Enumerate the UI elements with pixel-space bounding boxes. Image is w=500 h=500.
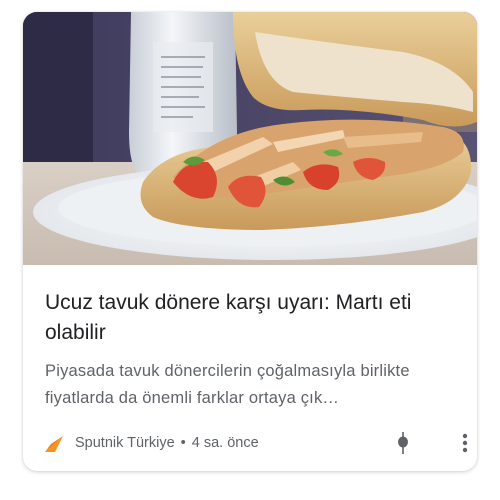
article-headline[interactable]: Ucuz tavuk dönere karşı uyarı: Martı eti…	[45, 288, 460, 348]
pin-button[interactable]	[391, 430, 415, 456]
article-snippet: Piyasada tavuk dönercilerin çoğalmasıyla…	[45, 362, 410, 407]
article-image[interactable]	[23, 12, 477, 265]
pin-icon	[398, 432, 408, 454]
sputnik-logo-icon	[45, 436, 63, 452]
meta-separator: •	[180, 435, 186, 451]
more-options-button[interactable]	[453, 430, 477, 456]
doner-sandwich-photo	[23, 12, 477, 265]
source-name[interactable]: Sputnik Türkiye	[75, 435, 175, 451]
article-footer: Sputnik Türkiye • 4 sa. önce	[43, 430, 468, 456]
more-vert-icon	[462, 433, 468, 453]
news-card[interactable]: Ucuz tavuk dönere karşı uyarı: Martı eti…	[23, 12, 477, 471]
publish-time: 4 sa. önce	[191, 435, 259, 451]
